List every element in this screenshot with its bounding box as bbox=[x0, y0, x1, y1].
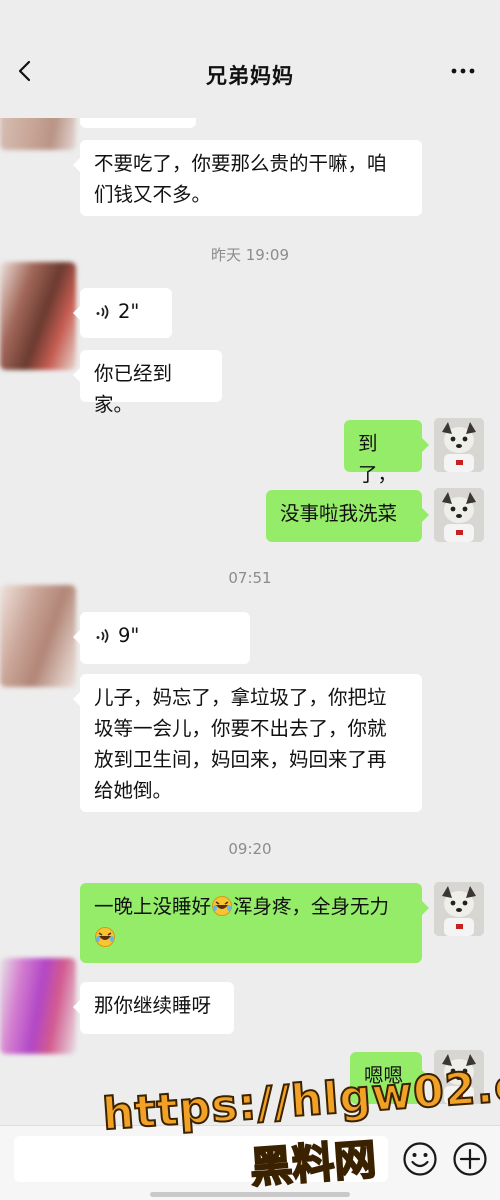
message-line: 放到卫生间，妈回来，妈回来了再 bbox=[94, 748, 387, 771]
timestamp: 09:20 bbox=[228, 840, 272, 858]
rofl-emoji-icon bbox=[212, 896, 233, 916]
message-input[interactable] bbox=[14, 1136, 388, 1182]
message-line: 一晚上没睡好 浑身疼，全身无力 bbox=[94, 891, 408, 922]
input-toolbar bbox=[0, 1125, 500, 1200]
message-content: 到了， bbox=[358, 432, 398, 486]
chat-title: 兄弟妈妈 bbox=[206, 64, 294, 88]
timestamp: 07:51 bbox=[228, 569, 272, 587]
chat-area[interactable]: 不要吃了，你要那么贵的干嘛，咱 们钱又不多。 昨天 19:09 2" 你已经到家… bbox=[0, 0, 500, 1125]
message-line: 不要吃了，你要那么贵的干嘛，咱 bbox=[94, 152, 387, 175]
message-text[interactable]: 儿子，妈忘了，拿垃圾了，你把垃 圾等一会儿，你要不出去了，你就 放到卫生间，妈回… bbox=[73, 674, 422, 812]
message-text[interactable]: 你已经到家。 bbox=[73, 350, 222, 416]
chat-header: 兄弟妈妈 bbox=[0, 0, 500, 118]
message-content: 你已经到家。 bbox=[94, 362, 173, 416]
contact-avatar[interactable] bbox=[0, 262, 76, 370]
dog-avatar-icon bbox=[434, 1050, 484, 1104]
timestamp: 昨天 19:09 bbox=[211, 246, 289, 264]
voice-message[interactable]: 9" bbox=[73, 612, 250, 664]
dog-avatar-icon bbox=[434, 418, 484, 472]
my-avatar[interactable] bbox=[434, 418, 484, 472]
my-avatar[interactable] bbox=[434, 1050, 484, 1104]
more-dots-icon[interactable] bbox=[450, 64, 476, 78]
my-avatar[interactable] bbox=[434, 882, 484, 936]
voice-duration: 9" bbox=[118, 624, 140, 647]
message-content: 没事啦我洗菜 bbox=[280, 502, 398, 525]
contact-avatar[interactable] bbox=[0, 958, 76, 1054]
message-line bbox=[94, 922, 408, 953]
message-line: 儿子，妈忘了，拿垃圾了，你把垃 bbox=[94, 686, 387, 709]
my-avatar[interactable] bbox=[434, 488, 484, 542]
message-text[interactable]: 那你继续睡呀 bbox=[73, 982, 234, 1034]
message-text-sent[interactable]: 一晚上没睡好 浑身疼，全身无力 bbox=[80, 883, 429, 963]
message-line: 给她倒。 bbox=[94, 779, 173, 802]
message-line: 们钱又不多。 bbox=[94, 183, 212, 206]
message-content: 嗯嗯 bbox=[364, 1064, 404, 1087]
message-text-sent[interactable]: 嗯嗯 bbox=[350, 1052, 429, 1104]
voice-message[interactable]: 2" bbox=[73, 288, 172, 338]
plus-circle-icon[interactable] bbox=[452, 1141, 488, 1177]
rofl-emoji-icon bbox=[95, 927, 115, 947]
message-text[interactable]: 不要吃了，你要那么贵的干嘛，咱 们钱又不多。 bbox=[73, 140, 422, 216]
message-content: 浑身疼，全身无力 bbox=[233, 895, 390, 918]
voice-wave-icon bbox=[96, 628, 109, 644]
message-text-sent[interactable]: 没事啦我洗菜 bbox=[266, 490, 429, 542]
contact-avatar[interactable] bbox=[0, 585, 76, 687]
dog-avatar-icon bbox=[434, 882, 484, 936]
voice-duration: 2" bbox=[118, 300, 140, 323]
message-content: 一晚上没睡好 bbox=[94, 895, 212, 918]
message-content: 那你继续睡呀 bbox=[94, 994, 212, 1017]
message-text-sent[interactable]: 到了， bbox=[344, 420, 429, 486]
home-indicator[interactable] bbox=[150, 1192, 350, 1197]
smiley-face-icon[interactable] bbox=[402, 1141, 438, 1177]
voice-wave-icon bbox=[96, 304, 109, 320]
dog-avatar-icon bbox=[434, 488, 484, 542]
message-line: 圾等一会儿，你要不出去了，你就 bbox=[94, 717, 387, 740]
